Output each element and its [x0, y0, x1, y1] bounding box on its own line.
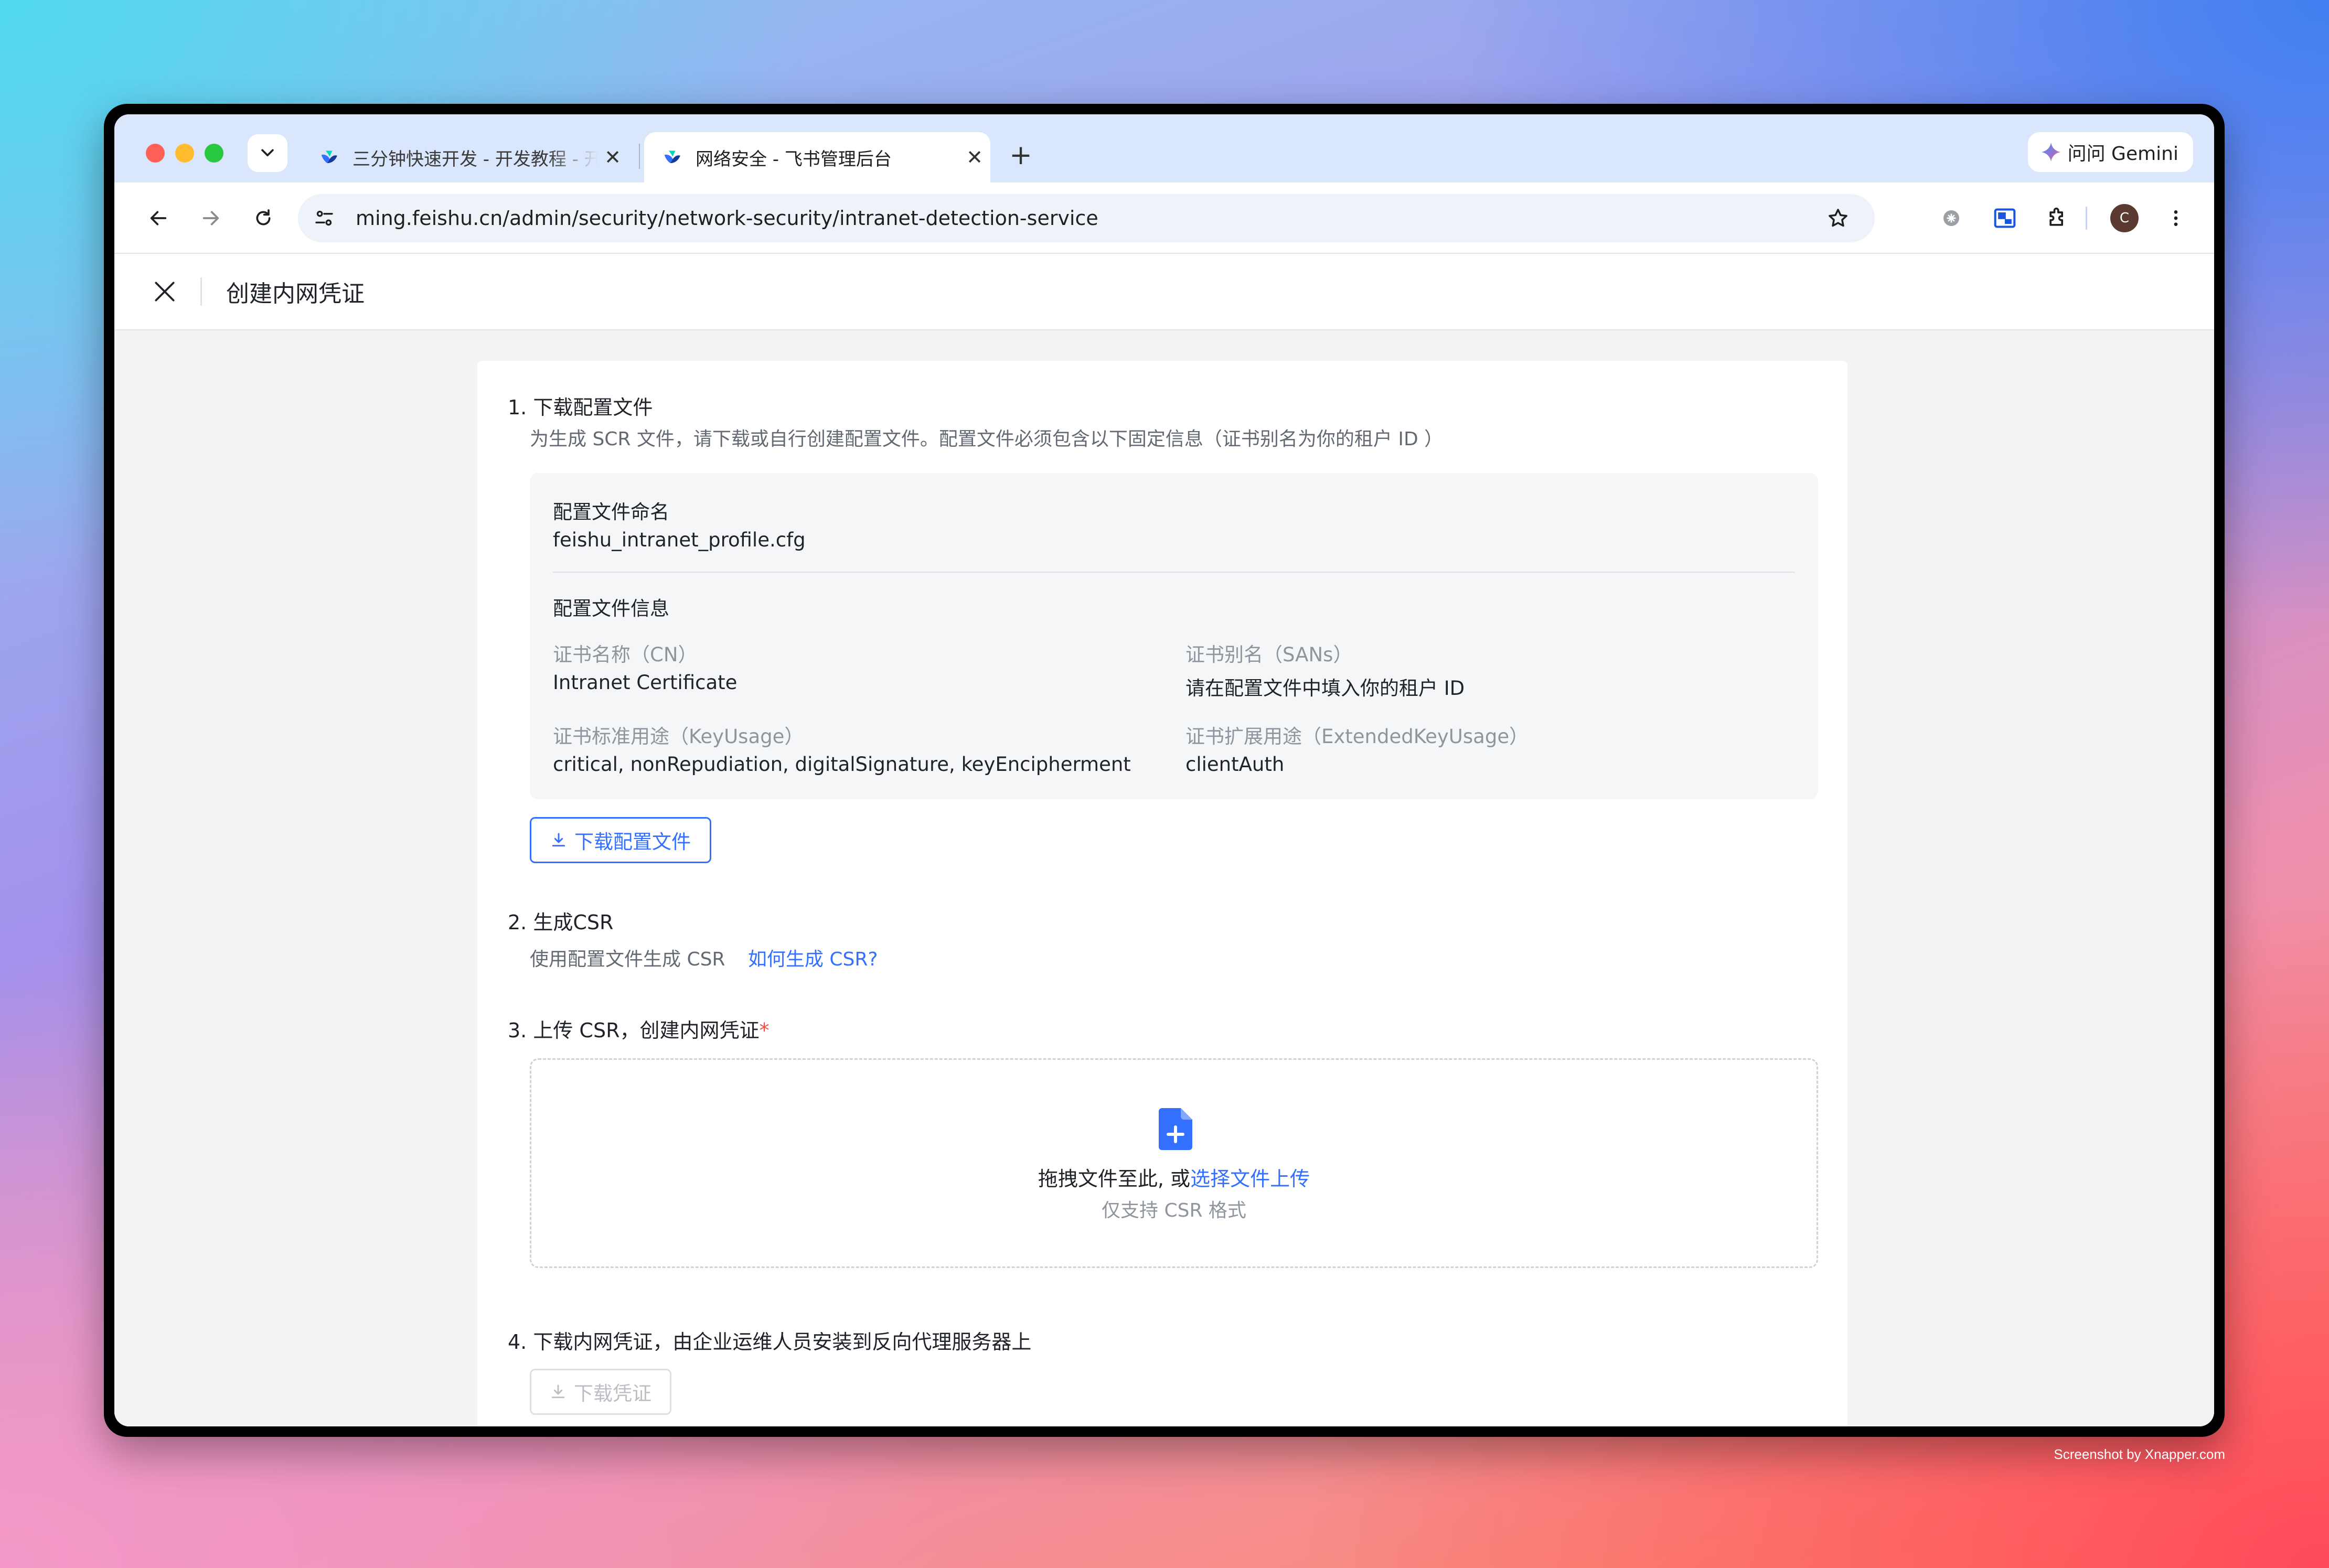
url-text: ming.feishu.cn/admin/security/network-se…	[356, 207, 1098, 230]
tab-dev-tutorial[interactable]: 三分钟快速开发 - 开发教程 - 开 ✕	[303, 132, 628, 182]
window-close-button[interactable]	[146, 144, 165, 163]
browser-toolbar: ming.feishu.cn/admin/security/network-se…	[114, 182, 2214, 254]
step-3-title: 3. 上传 CSR，创建内网凭证*	[508, 1014, 769, 1043]
ask-gemini-button[interactable]: 问问 Gemini	[2027, 132, 2193, 172]
header-divider	[200, 277, 202, 306]
keyusage-label: 证书标准用途（KeyUsage）	[553, 725, 804, 748]
step-3-title-text: 3. 上传 CSR，创建内网凭证	[508, 1019, 760, 1042]
step-4-title: 4. 下载内网凭证，由企业运维人员安装到反向代理服务器上	[508, 1330, 1032, 1354]
feishu-favicon-icon	[321, 151, 337, 164]
form-card: 1. 下载配置文件 为生成 SCR 文件，请下载或自行创建配置文件。配置文件必须…	[477, 361, 1847, 1426]
sans-label: 证书别名（SANs）	[1185, 643, 1353, 666]
extkeyusage-value: clientAuth	[1185, 753, 1285, 776]
window-maximize-button[interactable]	[205, 144, 223, 163]
gemini-sparkle-icon	[2041, 142, 2060, 162]
page-title: 创建内网凭证	[226, 281, 365, 307]
step-2-title: 2. 生成CSR	[508, 911, 614, 934]
picture-in-picture-icon[interactable]	[1987, 200, 2023, 236]
close-page-button[interactable]	[149, 276, 180, 307]
download-icon	[552, 833, 565, 847]
info-divider	[553, 572, 1795, 573]
reload-icon[interactable]	[245, 200, 281, 236]
ask-gemini-label: 问问 Gemini	[2067, 143, 2178, 165]
tab-strip: 三分钟快速开发 - 开发教程 - 开 ✕ 网络安全 - 飞书管理后台 ✕ + 问…	[114, 114, 2214, 182]
extkeyusage-label: 证书扩展用途（ExtendedKeyUsage）	[1185, 725, 1529, 748]
step-1-title: 1. 下载配置文件	[508, 396, 653, 419]
extension-icon[interactable]	[1933, 200, 1969, 236]
page-content: 创建内网凭证 1. 下载配置文件 为生成 SCR 文件，请下载或自行创建配置文件…	[114, 254, 2214, 1426]
window-minimize-button[interactable]	[175, 144, 194, 163]
toolbar-separator	[2086, 207, 2087, 230]
config-info-label: 配置文件信息	[553, 597, 669, 620]
cn-value: Intranet Certificate	[553, 671, 738, 694]
step-1-description: 为生成 SCR 文件，请下载或自行创建配置文件。配置文件必须包含以下固定信息（证…	[530, 428, 1444, 450]
drop-text: 拖拽文件至此, 或	[1038, 1167, 1191, 1190]
download-config-label: 下载配置文件	[574, 831, 691, 853]
feishu-favicon-icon	[664, 151, 680, 164]
sans-value: 请在配置文件中填入你的租户 ID	[1185, 677, 1465, 700]
dropzone-text: 拖拽文件至此, 或选择文件上传	[531, 1163, 1817, 1191]
tab-title: 三分钟快速开发 - 开发教程 - 开	[352, 148, 597, 170]
filename-value: feishu_intranet_profile.cfg	[553, 529, 806, 551]
watermark: Screenshot by Xnapper.com	[2054, 1446, 2225, 1462]
tab-network-security[interactable]: 网络安全 - 飞书管理后台 ✕	[644, 132, 990, 182]
puzzle-icon[interactable]	[2039, 200, 2075, 236]
browser-chrome: 三分钟快速开发 - 开发教程 - 开 ✕ 网络安全 - 飞书管理后台 ✕ + 问…	[114, 114, 2214, 1426]
cn-label: 证书名称（CN）	[553, 643, 698, 666]
page-header: 创建内网凭证	[114, 254, 2214, 330]
download-config-button[interactable]: 下载配置文件	[530, 817, 711, 863]
tab-search-button[interactable]	[248, 134, 287, 172]
forward-icon[interactable]	[193, 200, 229, 236]
select-file-link[interactable]: 选择文件上传	[1190, 1167, 1310, 1190]
download-credential-button[interactable]: 下载凭证	[530, 1369, 671, 1415]
file-add-icon	[1159, 1108, 1192, 1150]
back-icon[interactable]	[141, 200, 176, 236]
step-2-description: 使用配置文件生成 CSR 如何生成 CSR?	[530, 944, 878, 971]
chevron-down-icon	[261, 149, 274, 157]
more-icon[interactable]	[2158, 200, 2194, 236]
download-icon	[551, 1384, 565, 1399]
profile-avatar[interactable]: C	[2107, 200, 2142, 236]
dropzone-hint: 仅支持 CSR 格式	[1102, 1200, 1246, 1221]
keyusage-value: critical, nonRepudiation, digitalSignatu…	[553, 753, 1131, 776]
close-icon	[155, 282, 175, 302]
step-2-desc-text: 使用配置文件生成 CSR	[530, 949, 725, 970]
required-mark: *	[759, 1019, 770, 1042]
browser-window: 三分钟快速开发 - 开发教程 - 开 ✕ 网络安全 - 飞书管理后台 ✕ + 问…	[104, 104, 2225, 1437]
avatar: C	[2110, 204, 2139, 232]
how-to-generate-csr-link[interactable]: 如何生成 CSR?	[748, 949, 878, 970]
close-icon[interactable]: ✕	[959, 146, 990, 169]
site-settings-icon[interactable]	[308, 202, 340, 234]
filename-label: 配置文件命名	[553, 501, 669, 523]
plus-icon[interactable]: +	[1001, 135, 1041, 175]
download-credential-label: 下载凭证	[574, 1382, 651, 1405]
address-bar[interactable]: ming.feishu.cn/admin/security/network-se…	[298, 194, 1875, 242]
tab-divider	[639, 144, 640, 169]
csr-upload-dropzone[interactable]: 拖拽文件至此, 或选择文件上传 仅支持 CSR 格式	[530, 1058, 1818, 1268]
config-info-box: 配置文件命名 feishu_intranet_profile.cfg 配置文件信…	[530, 473, 1818, 799]
close-icon[interactable]: ✕	[597, 146, 628, 169]
star-icon[interactable]	[1822, 202, 1854, 234]
tab-title: 网络安全 - 飞书管理后台	[696, 148, 892, 170]
